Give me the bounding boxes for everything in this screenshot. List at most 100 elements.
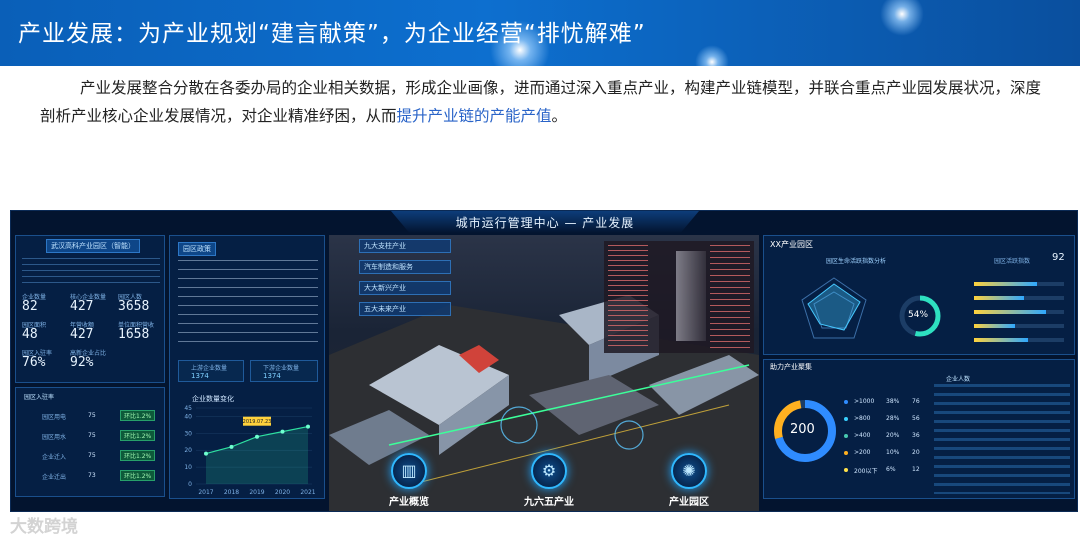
legend-dot <box>844 434 848 438</box>
park-stats-panel: 武汉高科产业园区（智能） 企业数量 82 核心企业数量 427 园区人数 3658 园区面积… <box>15 235 165 383</box>
upstream-card: 上游企业数量 1374 <box>178 360 244 382</box>
city-3d-view: 九大支柱产业 汽车制造和服务 大大新兴产业 五大未来产业 ▥ 产业概览 ⚙ 九六五产业 ✺ 产业… <box>329 235 759 511</box>
legend-label: >400 <box>854 432 871 439</box>
chart-badge: 2019.07.23 <box>243 419 272 425</box>
legend-count: 76 <box>912 398 920 405</box>
policy-list <box>178 260 318 350</box>
network-icon: ⚙ <box>541 461 557 480</box>
cluster-panel: 助力产业聚集 200 >1000 38% 76 >800 28% 56 >400 20% 36 >… <box>763 359 1075 499</box>
industry-tab[interactable]: 五大未来产业 <box>359 302 451 316</box>
data-point <box>255 434 259 439</box>
analysis-tab[interactable]: 园区生命活跃指数分析 <box>826 256 886 265</box>
stat-value: 92% <box>70 355 94 370</box>
stat-value: 82 <box>22 299 38 314</box>
intro-highlight: 提升产业链的产能产值 <box>396 107 552 125</box>
entry-row-label: 企业迁出 <box>42 474 67 481</box>
park-panel-title: 武汉高科产业园区（智能） <box>46 239 140 253</box>
stat-value: 3658 <box>118 299 150 314</box>
donut-value: 200 <box>790 422 815 437</box>
table-header: 企业人数 <box>946 376 971 383</box>
industry-tab-list: 九大支柱产业 汽车制造和服务 大大新兴产业 五大未来产业 <box>359 239 451 323</box>
legend-label: 200以下 <box>854 468 878 475</box>
entry-row-badge: 环比1.2% <box>120 410 156 421</box>
watermark-logo: 大数跨境 <box>10 517 78 537</box>
nav-1-label: 产业概览 <box>389 497 429 508</box>
policy-panel-title: 园区政策 <box>178 242 216 256</box>
score-label: 园区活跃指数 <box>994 258 1031 265</box>
legend-dot <box>844 417 848 421</box>
entry-row-label: 园区用电 <box>42 414 67 421</box>
y-tick-label: 45 <box>184 405 192 412</box>
downstream-card: 下游企业数量 1374 <box>250 360 318 382</box>
industry-tab[interactable]: 大大新兴产业 <box>359 281 451 295</box>
gauge-value: 54% <box>908 310 929 320</box>
legend-count: 56 <box>912 415 920 422</box>
entry-row-value: 75 <box>88 432 96 439</box>
industry-tab[interactable]: 九大支柱产业 <box>359 239 451 253</box>
radar-icon: ✺ <box>682 461 696 480</box>
data-point <box>306 424 310 429</box>
legend-count: 12 <box>912 466 920 473</box>
nav-2-button[interactable]: ⚙ <box>531 453 567 489</box>
legend-dot <box>844 451 848 455</box>
upstream-label: 上游企业数量 <box>191 365 228 372</box>
entry-row-label: 企业迁入 <box>42 454 67 461</box>
nav-2-label: 九六五产业 <box>524 497 574 508</box>
legend-label: >200 <box>854 449 871 456</box>
title-banner: 产业发展：为产业规划“建言献策”，为企业经营“排忧解难” <box>0 0 1080 66</box>
intro-end: 。 <box>551 107 568 125</box>
enterprise-count-chart: 4540 30 20 10 0 2017 2018 2019 2020 2021 2019.07.2… <box>184 405 315 496</box>
legend-count: 20 <box>912 449 920 456</box>
dashboard-title: 城市运行管理中心 — 产业发展 <box>455 216 635 230</box>
sankey-list <box>604 241 754 353</box>
data-point <box>229 444 234 449</box>
entry-row-badge: 环比1.2% <box>120 450 156 461</box>
x-tick-label: 2017 <box>198 489 213 496</box>
y-tick-label: 0 <box>188 481 192 488</box>
x-tick-label: 2020 <box>275 489 290 496</box>
legend-count: 36 <box>912 432 920 439</box>
nav-3-button[interactable]: ✺ <box>671 453 707 489</box>
entry-row-label: 园区用水 <box>42 434 67 441</box>
park-description <box>22 258 160 288</box>
stat-value: 427 <box>70 327 94 342</box>
entry-title: 园区入驻率 <box>24 394 55 401</box>
legend-pct: 20% <box>886 432 900 439</box>
x-tick-label: 2018 <box>224 489 239 496</box>
y-tick-label: 20 <box>184 447 192 454</box>
entry-row-badge: 环比1.2% <box>120 470 156 481</box>
entry-row-value: 73 <box>88 472 96 479</box>
stat-value: 48 <box>22 327 38 342</box>
xx-park-panel: XX产业园区 园区生命活跃指数分析 园区活跃指数 92 54% <box>763 235 1075 355</box>
legend-pct: 10% <box>886 449 900 456</box>
page-title: 产业发展：为产业规划“建言献策”，为企业经营“排忧解难” <box>18 21 646 47</box>
legend-dot <box>844 400 848 404</box>
downstream-label: 下游企业数量 <box>263 365 300 372</box>
nav-1-button[interactable]: ▥ <box>391 453 427 489</box>
upstream-value: 1374 <box>191 372 209 380</box>
entry-row-value: 75 <box>88 412 96 419</box>
stat-value: 427 <box>70 299 94 314</box>
downstream-value: 1374 <box>263 372 281 380</box>
progress-bars <box>960 274 1070 350</box>
slide-page: 产业发展：为产业规划“建言献策”，为企业经营“排忧解难” 产业发展整合分散在各委… <box>0 0 1080 541</box>
legend-pct: 6% <box>886 466 896 473</box>
x-tick-label: 2021 <box>300 489 315 496</box>
entry-row-badge: 环比1.2% <box>120 430 156 441</box>
y-tick-label: 40 <box>184 413 192 420</box>
xx-park-title: XX产业园区 <box>770 240 813 249</box>
radar-chart <box>801 277 867 339</box>
score-value: 92 <box>1052 252 1065 263</box>
building-icon: ▥ <box>401 461 417 480</box>
x-tick-label: 2019 <box>249 489 264 496</box>
intro-paragraph: 产业发展整合分散在各委办局的企业相关数据，形成企业画像，进而通过深入重点产业，构… <box>40 74 1050 130</box>
nav-3-label: 产业园区 <box>669 497 709 508</box>
company-table <box>934 384 1070 494</box>
data-point <box>280 429 285 434</box>
entry-rate-panel: 园区入驻率 园区用电 75 环比1.2% 园区用水 75 环比1.2% 企业迁入 75 环比1.… <box>15 387 165 497</box>
stat-value: 1658 <box>118 327 150 342</box>
policy-panel: 园区政策 上游企业数量 1374 下游企业数量 1374 企业数量变化 45 40… <box>169 235 325 499</box>
legend-label: >800 <box>854 415 871 422</box>
industry-tab[interactable]: 汽车制造和服务 <box>359 260 451 274</box>
y-tick-label: 10 <box>184 464 192 471</box>
